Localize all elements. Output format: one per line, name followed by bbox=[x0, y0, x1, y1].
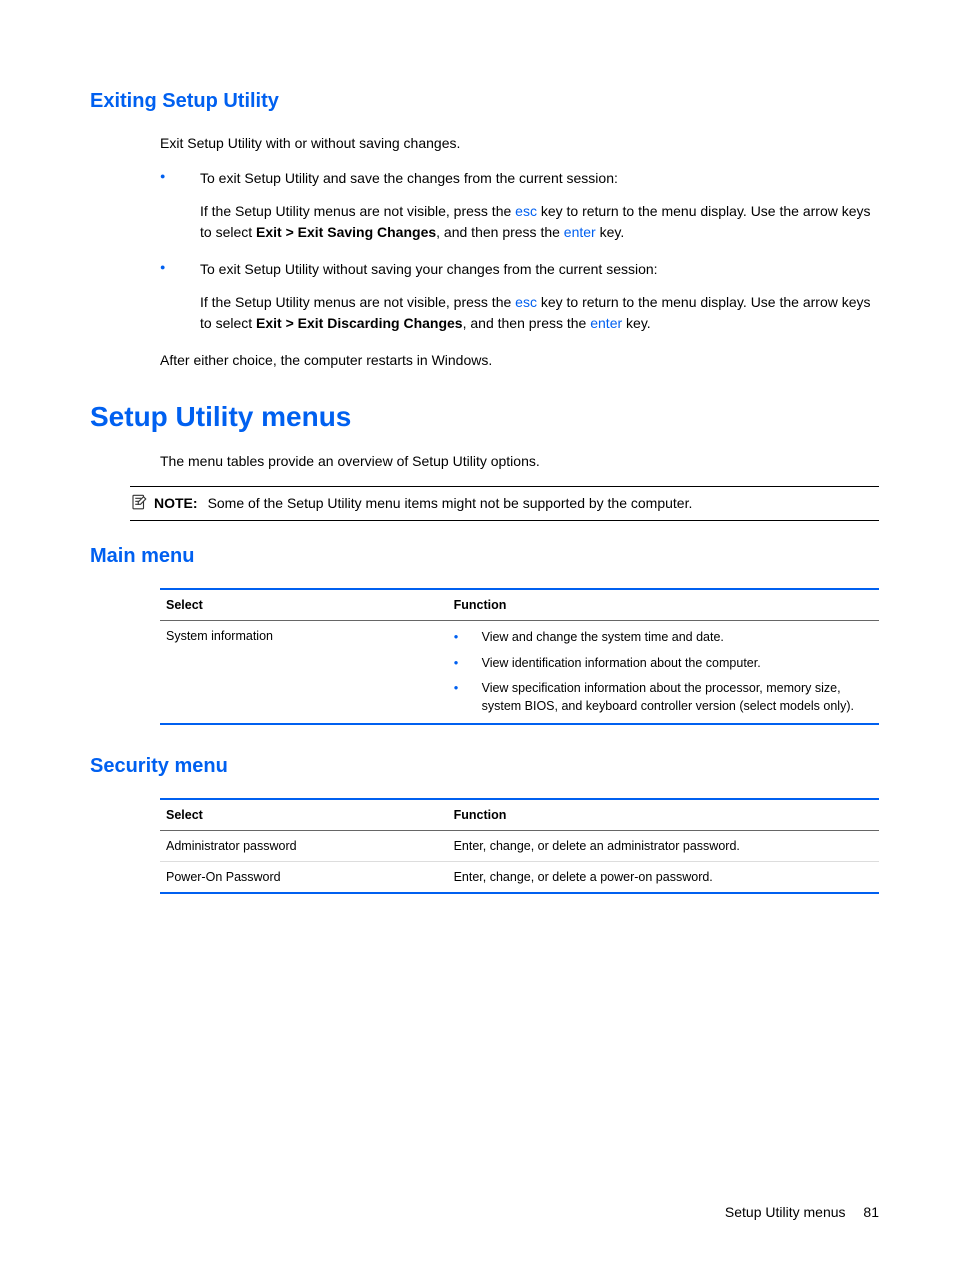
menu-path-exit-discarding: Exit > Exit Discarding Changes bbox=[256, 315, 463, 331]
page-number: 81 bbox=[863, 1204, 879, 1220]
key-esc: esc bbox=[515, 203, 537, 219]
paragraph-after-choice: After either choice, the computer restar… bbox=[160, 350, 879, 371]
table-row: Administrator password Enter, change, or… bbox=[160, 831, 879, 862]
cell-select: System information bbox=[160, 621, 448, 725]
paragraph-exit-save-detail: If the Setup Utility menus are not visib… bbox=[200, 201, 879, 243]
th-function: Function bbox=[448, 589, 879, 621]
page-footer: Setup Utility menus 81 bbox=[725, 1204, 879, 1220]
cell-function: View and change the system time and date… bbox=[448, 621, 879, 725]
paragraph-exit-intro: Exit Setup Utility with or without savin… bbox=[160, 133, 879, 154]
note-block: NOTE: Some of the Setup Utility menu item… bbox=[130, 486, 879, 521]
function-item: View specification information about the… bbox=[454, 680, 873, 715]
table-row: System information View and change the s… bbox=[160, 621, 879, 725]
text-exit-nosave-lead: To exit Setup Utility without saving you… bbox=[200, 261, 658, 277]
key-esc: esc bbox=[515, 294, 537, 310]
th-select: Select bbox=[160, 589, 448, 621]
th-function: Function bbox=[448, 799, 879, 831]
key-enter: enter bbox=[590, 315, 622, 331]
heading-security-menu: Security menu bbox=[90, 755, 879, 778]
heading-setup-utility-menus: Setup Utility menus bbox=[90, 401, 879, 433]
note-label: NOTE: bbox=[154, 495, 198, 511]
th-select: Select bbox=[160, 799, 448, 831]
list-item-exit-save: To exit Setup Utility and save the chang… bbox=[160, 168, 879, 243]
key-enter: enter bbox=[564, 224, 596, 240]
note-text: Some of the Setup Utility menu items mig… bbox=[208, 495, 693, 511]
paragraph-exit-nosave-detail: If the Setup Utility menus are not visib… bbox=[200, 292, 879, 334]
heading-main-menu: Main menu bbox=[90, 545, 879, 568]
cell-function: Enter, change, or delete a power-on pass… bbox=[448, 862, 879, 894]
table-main-menu: Select Function System information View … bbox=[160, 588, 879, 725]
function-item: View and change the system time and date… bbox=[454, 629, 873, 647]
list-item-exit-nosave: To exit Setup Utility without saving you… bbox=[160, 259, 879, 334]
note-icon bbox=[130, 493, 148, 511]
table-security-menu: Select Function Administrator password E… bbox=[160, 798, 879, 894]
cell-select: Power-On Password bbox=[160, 862, 448, 894]
text-exit-save-lead: To exit Setup Utility and save the chang… bbox=[200, 170, 618, 186]
menu-path-exit-saving: Exit > Exit Saving Changes bbox=[256, 224, 436, 240]
footer-label: Setup Utility menus bbox=[725, 1204, 846, 1220]
cell-select: Administrator password bbox=[160, 831, 448, 862]
heading-exiting-setup-utility: Exiting Setup Utility bbox=[90, 90, 879, 113]
table-row: Power-On Password Enter, change, or dele… bbox=[160, 862, 879, 894]
paragraph-menus-intro: The menu tables provide an overview of S… bbox=[160, 451, 879, 472]
cell-function: Enter, change, or delete an administrato… bbox=[448, 831, 879, 862]
function-item: View identification information about th… bbox=[454, 655, 873, 673]
